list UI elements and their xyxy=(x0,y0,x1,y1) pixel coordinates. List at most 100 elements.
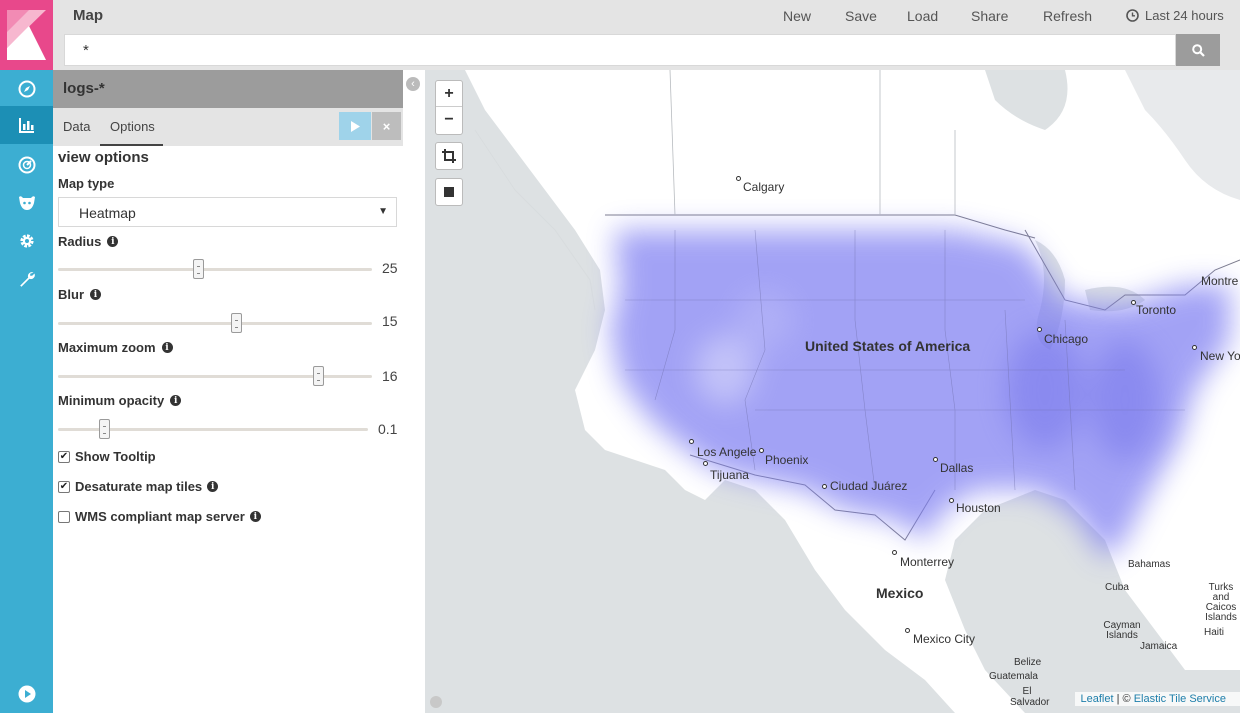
zoom-control: + − xyxy=(435,80,463,135)
fit-bounds-button[interactable] xyxy=(435,142,463,170)
nav-devtools[interactable] xyxy=(0,260,53,298)
nav-dashboard[interactable] xyxy=(0,146,53,184)
wrench-icon xyxy=(19,272,35,287)
wms-option[interactable]: WMS compliant map server i xyxy=(58,509,261,524)
clock-icon xyxy=(1126,9,1139,22)
map-canvas[interactable]: United States of America Mexico Calgary … xyxy=(425,70,1240,713)
min-opacity-slider-handle[interactable] xyxy=(98,419,110,439)
top-bar: Map New Save Load Share Refresh Last 24 … xyxy=(53,0,1240,32)
min-opacity-slider[interactable] xyxy=(58,419,368,439)
dashboard-icon xyxy=(18,156,35,174)
min-opacity-label-text: Minimum opacity xyxy=(58,393,165,408)
map-type-value: Heatmap xyxy=(79,205,136,221)
draw-rectangle-button[interactable] xyxy=(435,178,463,206)
radius-slider-handle[interactable] xyxy=(193,259,205,279)
blur-slider-handle[interactable] xyxy=(230,313,242,333)
map-label-dallas: Dallas xyxy=(940,461,974,475)
map-label-montreal: Montre xyxy=(1201,274,1239,288)
max-zoom-slider[interactable] xyxy=(58,366,372,386)
nav-timelion[interactable] xyxy=(0,184,53,222)
collapse-sidebar-button[interactable]: ‹ xyxy=(406,77,420,91)
crop-icon xyxy=(442,149,456,163)
square-icon xyxy=(444,187,454,197)
map-label-mexico: Mexico xyxy=(876,585,924,601)
radius-label-text: Radius xyxy=(58,234,102,249)
info-icon[interactable]: i xyxy=(170,395,182,406)
info-icon[interactable]: i xyxy=(249,511,261,522)
load-button[interactable]: Load xyxy=(907,8,938,24)
map-label-new-york: New Yo xyxy=(1200,349,1240,363)
map-reset-icon[interactable] xyxy=(430,696,442,708)
show-tooltip-checkbox[interactable]: ✔ xyxy=(58,450,70,463)
attribution-separator: | © xyxy=(1113,693,1134,705)
radius-value: 25 xyxy=(382,260,398,276)
radius-slider[interactable] xyxy=(58,259,372,279)
info-icon[interactable]: i xyxy=(207,481,219,492)
city-marker xyxy=(703,461,708,466)
info-icon[interactable]: i xyxy=(107,236,119,247)
map-label-belize: Belize xyxy=(1014,657,1042,668)
gear-icon xyxy=(19,234,34,248)
blur-slider[interactable] xyxy=(58,313,372,333)
logo-icon xyxy=(7,10,46,60)
share-button[interactable]: Share xyxy=(971,8,1008,24)
desaturate-label: Desaturate map tiles xyxy=(75,479,203,494)
wms-checkbox[interactable] xyxy=(58,510,70,523)
leaflet-link[interactable]: Leaflet xyxy=(1081,693,1114,705)
search-icon xyxy=(1191,43,1205,57)
map-label-cuba: Cuba xyxy=(1105,582,1129,593)
radius-label: Radius i xyxy=(58,234,119,249)
search-button[interactable] xyxy=(1176,34,1220,66)
map-label-guatemala: Guatemala xyxy=(989,671,1038,682)
info-icon[interactable]: i xyxy=(161,342,173,353)
map-label-haiti: Haiti xyxy=(1204,627,1225,638)
caret-down-icon: ▼ xyxy=(378,206,388,217)
map-label-turks-caicos: Turks and Caicos Islands xyxy=(1205,582,1237,623)
save-button[interactable]: Save xyxy=(845,8,877,24)
tile-service-link[interactable]: Elastic Tile Service xyxy=(1134,693,1226,705)
search-bar xyxy=(53,32,1240,70)
basemap-tiles xyxy=(465,70,1240,713)
zoom-in-button[interactable]: + xyxy=(436,81,462,107)
show-tooltip-option[interactable]: ✔ Show Tooltip xyxy=(58,449,156,464)
min-opacity-label: Minimum opacity i xyxy=(58,393,182,408)
section-title: view options xyxy=(58,149,149,166)
kibana-logo[interactable] xyxy=(0,0,53,70)
search-input[interactable] xyxy=(64,34,1176,66)
page-title: Map xyxy=(73,7,103,24)
desaturate-checkbox[interactable]: ✔ xyxy=(58,480,70,493)
nav-management[interactable] xyxy=(0,222,53,260)
active-tab-indicator xyxy=(100,144,163,146)
city-marker xyxy=(949,498,954,503)
city-marker xyxy=(905,628,910,633)
city-marker xyxy=(933,457,938,462)
map-label-chicago: Chicago xyxy=(1044,332,1089,346)
tab-options[interactable]: Options xyxy=(110,119,155,134)
map-type-label-text: Map type xyxy=(58,176,115,191)
play-circle-icon xyxy=(18,685,35,703)
map-label-usa: United States of America xyxy=(805,338,971,354)
city-marker xyxy=(736,176,741,181)
time-picker[interactable]: Last 24 hours xyxy=(1126,8,1224,23)
apply-changes-button[interactable] xyxy=(339,112,371,140)
refresh-button[interactable]: Refresh xyxy=(1043,8,1092,24)
index-pattern-header: logs-* xyxy=(53,70,403,108)
zoom-out-button[interactable]: − xyxy=(436,107,462,133)
discard-changes-button[interactable]: × xyxy=(372,112,401,140)
tab-data[interactable]: Data xyxy=(63,119,90,134)
nav-discover[interactable] xyxy=(0,70,53,108)
map-label-los-angeles: Los Angele xyxy=(697,445,757,459)
desaturate-option[interactable]: ✔ Desaturate map tiles i xyxy=(58,479,219,494)
map-label-toronto: Toronto xyxy=(1136,303,1177,317)
info-icon[interactable]: i xyxy=(90,289,101,300)
nav-visualize[interactable] xyxy=(0,106,53,144)
nav-collapse-toggle[interactable] xyxy=(0,676,53,712)
max-zoom-slider-handle[interactable] xyxy=(312,366,324,386)
new-button[interactable]: New xyxy=(783,8,811,24)
blur-value: 15 xyxy=(382,313,398,329)
map-label-tijuana: Tijuana xyxy=(710,468,749,482)
time-range-label: Last 24 hours xyxy=(1145,8,1224,23)
map-type-select[interactable]: Heatmap ▼ xyxy=(58,197,397,227)
index-pattern-title: logs-* xyxy=(63,80,105,97)
map-label-ciudad-juarez: Ciudad Juárez xyxy=(830,479,908,493)
